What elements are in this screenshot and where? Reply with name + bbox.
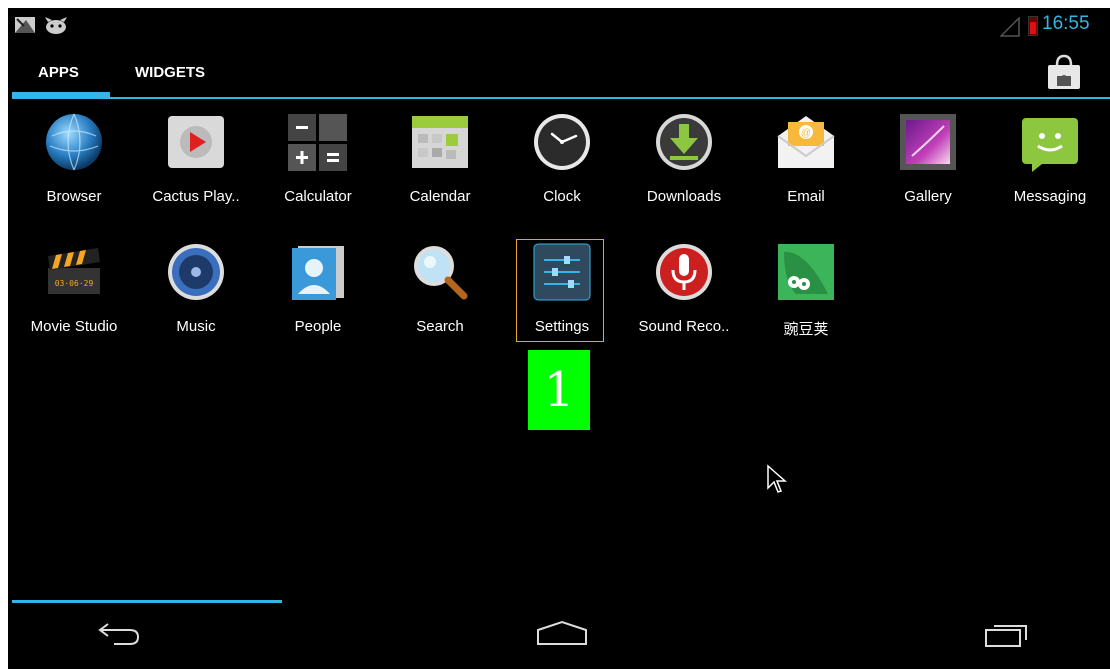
app-clock[interactable]: Clock bbox=[502, 106, 622, 216]
navigation-bar bbox=[8, 604, 1110, 669]
app-label: Music bbox=[176, 318, 216, 335]
tab-divider bbox=[12, 97, 1110, 99]
app-sound-recorder[interactable]: Sound Reco.. bbox=[624, 236, 744, 346]
app-label: Browser bbox=[46, 188, 102, 205]
app-label: Sound Reco.. bbox=[638, 318, 730, 335]
wandoujia-icon bbox=[776, 242, 836, 302]
movie-studio-icon: 03·06·29 bbox=[44, 242, 104, 302]
app-label: Messaging bbox=[1013, 188, 1087, 205]
clock-icon bbox=[532, 112, 592, 172]
android-icon bbox=[44, 16, 68, 38]
app-downloads[interactable]: Downloads bbox=[624, 106, 744, 216]
tab-bar: APPS WIDGETS bbox=[8, 46, 1110, 100]
svg-text:03·06·29: 03·06·29 bbox=[55, 279, 94, 288]
sound-recorder-icon bbox=[654, 242, 714, 302]
settings-selection-box bbox=[516, 239, 604, 342]
app-calendar[interactable]: Calendar bbox=[380, 106, 500, 216]
messaging-icon bbox=[1020, 112, 1080, 172]
battery-icon bbox=[1028, 16, 1038, 36]
gallery-icon bbox=[898, 112, 958, 172]
recent-apps-icon[interactable] bbox=[982, 618, 1032, 652]
step-marker: 1 bbox=[528, 350, 590, 430]
home-icon[interactable] bbox=[534, 618, 590, 652]
app-search[interactable]: Search bbox=[380, 236, 500, 346]
tab-apps[interactable]: APPS bbox=[38, 64, 79, 81]
back-icon[interactable] bbox=[94, 618, 144, 652]
tab-widgets[interactable]: WIDGETS bbox=[135, 64, 205, 81]
status-time: 16:55 bbox=[1042, 13, 1090, 34]
app-label: Calculator bbox=[284, 188, 352, 205]
status-bar: 16:55 bbox=[8, 8, 1110, 46]
app-messaging[interactable]: Messaging bbox=[990, 106, 1110, 216]
android-screen: 16:55 APPS WIDGETS Browser Cactus Play.. bbox=[8, 8, 1110, 669]
app-label: Downloads bbox=[646, 188, 722, 205]
music-icon bbox=[166, 242, 226, 302]
search-icon bbox=[410, 242, 470, 302]
app-movie-studio[interactable]: 03·06·29 Movie Studio bbox=[14, 236, 134, 346]
app-people[interactable]: People bbox=[258, 236, 378, 346]
app-label: Search bbox=[416, 318, 464, 335]
screenshot-icon bbox=[14, 16, 36, 38]
email-icon: @ bbox=[776, 112, 836, 172]
browser-icon bbox=[44, 112, 104, 172]
people-icon bbox=[288, 242, 348, 302]
app-label: Email bbox=[787, 188, 825, 205]
app-email[interactable]: @ Email bbox=[746, 106, 866, 216]
app-label: Gallery bbox=[904, 188, 952, 205]
app-music[interactable]: Music bbox=[136, 236, 256, 346]
app-label: Calendar bbox=[409, 188, 471, 205]
calculator-icon bbox=[288, 112, 348, 172]
app-label: Cactus Play.. bbox=[152, 188, 240, 205]
app-wandoujia[interactable]: 豌豆荚 bbox=[746, 236, 866, 346]
cactus-player-icon bbox=[166, 112, 226, 172]
app-gallery[interactable]: Gallery bbox=[868, 106, 988, 216]
mouse-pointer-icon bbox=[766, 464, 788, 498]
svg-text:@: @ bbox=[801, 128, 811, 139]
app-cactus-player[interactable]: Cactus Play.. bbox=[136, 106, 256, 216]
page-scroll-indicator bbox=[12, 600, 282, 603]
app-label: Clock bbox=[543, 188, 581, 205]
app-label: People bbox=[294, 318, 342, 335]
app-label: Movie Studio bbox=[30, 318, 118, 335]
app-browser[interactable]: Browser bbox=[14, 106, 134, 216]
downloads-icon bbox=[654, 112, 714, 172]
app-label: 豌豆荚 bbox=[783, 321, 829, 338]
signal-icon bbox=[999, 16, 1020, 41]
app-calculator[interactable]: Calculator bbox=[258, 106, 378, 216]
calendar-icon bbox=[410, 112, 470, 172]
play-store-icon[interactable] bbox=[1044, 53, 1084, 91]
